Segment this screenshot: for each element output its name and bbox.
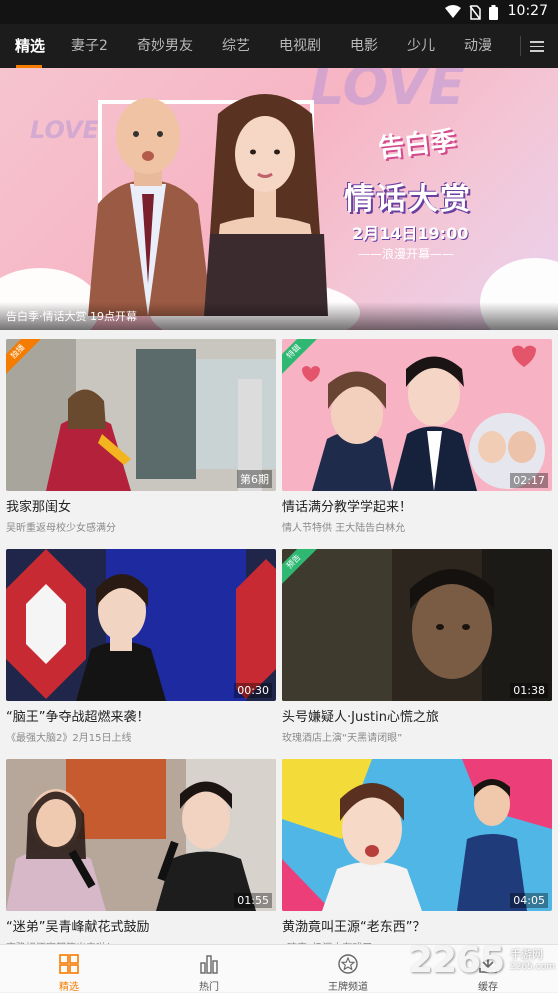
banner-date: 2月14日19:00 <box>352 224 469 243</box>
video-thumbnail[interactable]: 预告 01:38 <box>282 549 552 701</box>
tab-wife-2[interactable]: 妻子2 <box>71 24 108 68</box>
duration-badge: 00:30 <box>234 683 272 698</box>
video-card[interactable]: 独播 第6期 我家那闺女 吴昕重返母校少女感满分 <box>6 339 276 547</box>
bar-chart-icon <box>200 955 218 974</box>
video-card[interactable]: 特辑 02:17 情话满分教学学起来！ 情人节特供 王大陆告白林允 <box>282 339 552 547</box>
hero-banner[interactable]: LOVE LOVE 告白季 情话大赏 2月14日19:00 ——浪漫开幕—— 告… <box>0 68 558 330</box>
watermark-domain: 2265.com <box>510 962 555 972</box>
video-subtitle: 情人节特供 王大陆告白林允 <box>282 523 406 534</box>
banner-caption: 告白季·情话大赏 19点开幕 <box>0 302 558 330</box>
video-title[interactable]: “脑王”争夺战超燃来袭！ <box>6 706 276 725</box>
tab-tv-series[interactable]: 电视剧 <box>279 24 321 68</box>
video-title[interactable]: 我家那闺女 <box>6 496 276 515</box>
banner-title: 情话大赏 <box>344 182 472 217</box>
tab-anime[interactable]: 动漫 <box>464 24 492 68</box>
no-sim-icon <box>469 4 481 20</box>
video-card[interactable]: 00:30 “脑王”争夺战超燃来袭！ 《最强大脑2》2月15日上线 <box>6 549 276 757</box>
video-card[interactable]: 04:05 黄渤竟叫王源“老东西”？ “琉帝”奶源太有戏了 <box>282 759 552 967</box>
tab-movies[interactable]: 电影 <box>350 24 378 68</box>
video-thumbnail[interactable]: 04:05 <box>282 759 552 911</box>
video-thumbnail[interactable]: 01:55 <box>6 759 276 911</box>
bottom-tab-hot[interactable]: 热门 <box>164 945 254 993</box>
banner-campaign-logo: 告白季 <box>376 125 458 164</box>
tab-variety[interactable]: 综艺 <box>222 24 250 68</box>
video-title[interactable]: 头号嫌疑人·Justin心慌之旅 <box>282 706 552 725</box>
star-badge-icon <box>338 954 358 974</box>
episode-badge: 第6期 <box>237 470 272 488</box>
tab-featured[interactable]: 精选 <box>15 24 45 68</box>
nav-divider <box>520 36 521 56</box>
grid-icon <box>59 954 79 974</box>
video-title[interactable]: “迷弟”吴青峰献花式鼓励 <box>6 916 276 935</box>
bottom-tab-channels[interactable]: 王牌频道 <box>303 945 393 993</box>
status-icons <box>445 4 498 20</box>
duration-badge: 01:55 <box>234 893 272 908</box>
bottom-tab-label: 王牌频道 <box>328 982 368 993</box>
tab-kids[interactable]: 少儿 <box>407 24 435 68</box>
bottom-tab-label: 热门 <box>199 982 219 993</box>
clock: 10:27 <box>507 3 548 19</box>
bottom-tab-label: 精选 <box>59 982 79 993</box>
video-subtitle: 吴昕重返母校少女感满分 <box>6 523 116 534</box>
tab-wonderful-boyfriend[interactable]: 奇妙男友 <box>137 24 193 68</box>
video-title[interactable]: 情话满分教学学起来！ <box>282 496 552 515</box>
video-card[interactable]: 01:55 “迷弟”吴青峰献花式鼓励 齐豫姐酒窝都笑出来啦！ <box>6 759 276 967</box>
duration-badge: 01:38 <box>510 683 548 698</box>
category-nav: 精选 妻子2 奇妙男友 综艺 电视剧 电影 少儿 动漫 <box>0 24 558 68</box>
video-card[interactable]: 预告 01:38 头号嫌疑人·Justin心慌之旅 玫瑰酒店上演“天黑请闭眼” <box>282 549 552 757</box>
duration-badge: 02:17 <box>510 473 548 488</box>
video-subtitle: 玫瑰酒店上演“天黑请闭眼” <box>282 733 403 744</box>
video-subtitle: 《最强大脑2》2月15日上线 <box>6 733 132 744</box>
banner-host-female-image <box>204 94 328 316</box>
status-bar: 10:27 <box>0 0 558 24</box>
watermark-number: 2265 <box>408 940 505 981</box>
hamburger-menu-icon[interactable] <box>530 38 546 54</box>
banner-subtitle: ——浪漫开幕—— <box>358 247 455 261</box>
video-title[interactable]: 黄渤竟叫王源“老东西”？ <box>282 916 552 935</box>
bottom-tab-featured[interactable]: 精选 <box>24 945 114 993</box>
watermark-name: 手游网 <box>510 948 543 961</box>
video-thumbnail[interactable]: 特辑 02:17 <box>282 339 552 491</box>
video-thumbnail[interactable]: 00:30 <box>6 549 276 701</box>
duration-badge: 04:05 <box>510 893 548 908</box>
site-watermark: 2265 手游网 2265.com <box>408 938 558 992</box>
wifi-icon <box>445 5 461 18</box>
video-thumbnail[interactable]: 独播 第6期 <box>6 339 276 491</box>
battery-icon <box>489 4 498 20</box>
